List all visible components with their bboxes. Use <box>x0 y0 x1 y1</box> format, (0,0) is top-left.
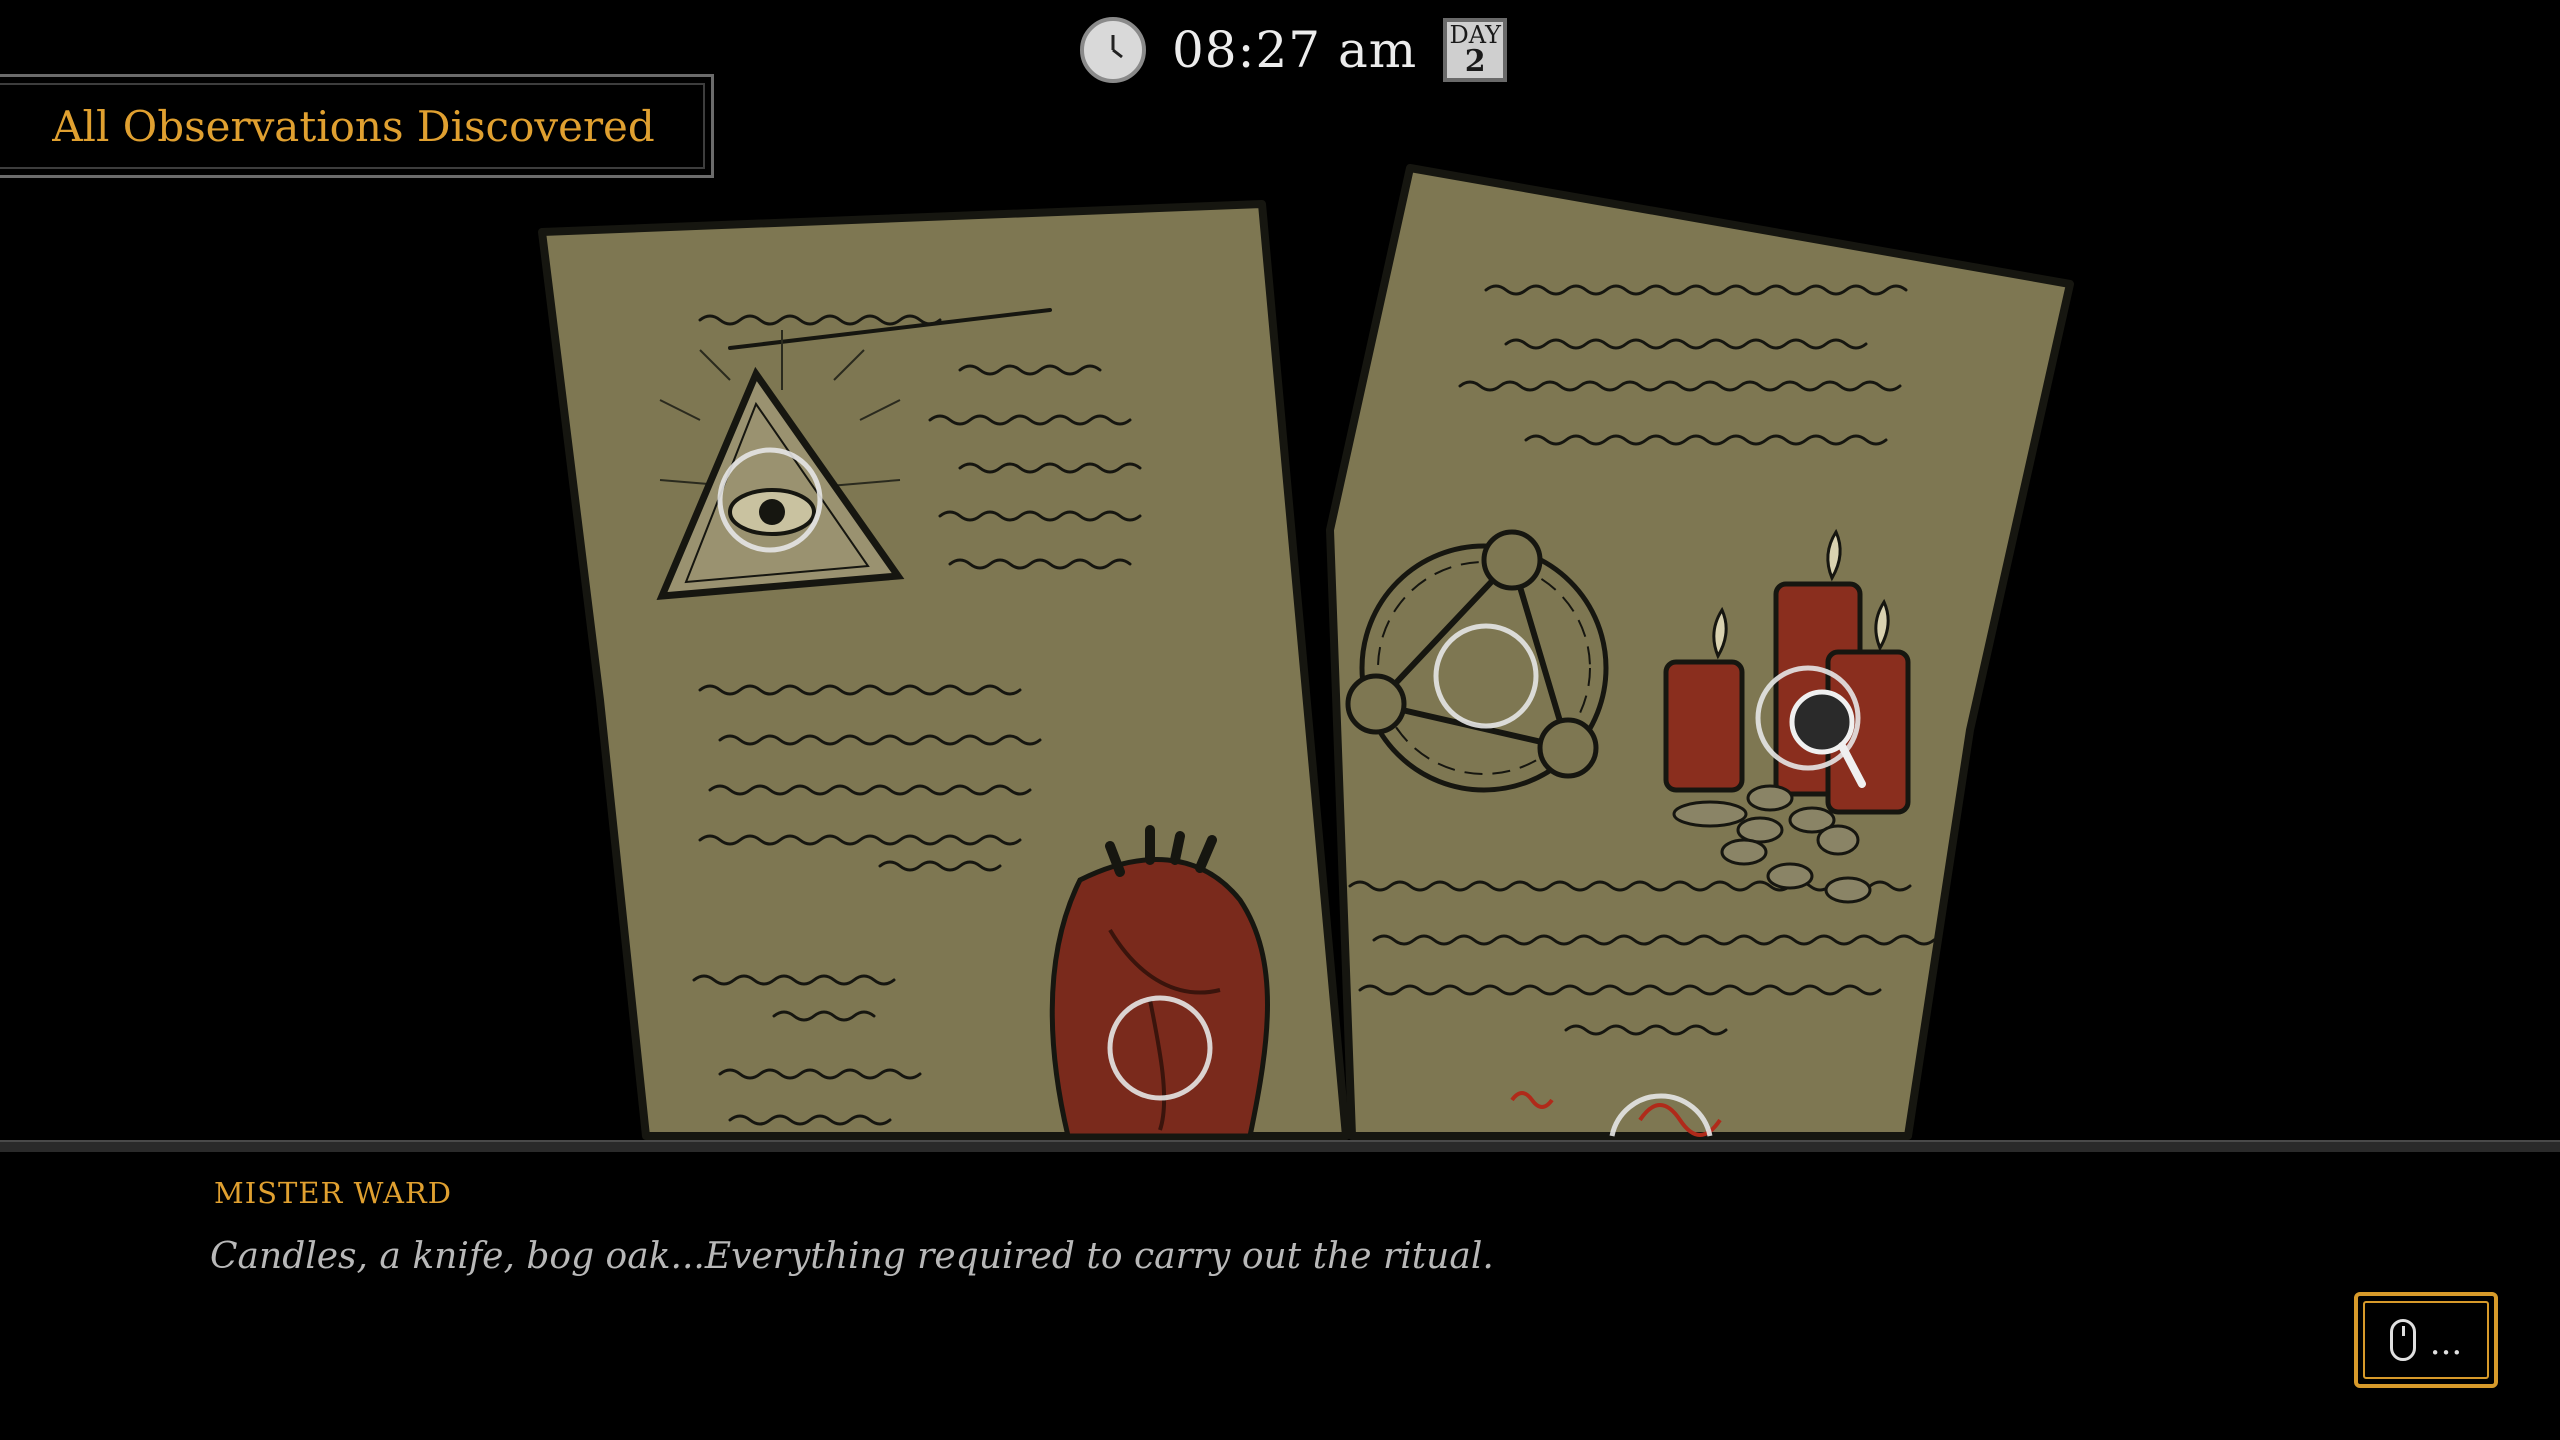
continue-ellipsis: ... <box>2429 1323 2463 1363</box>
dialogue-divider <box>0 1140 2560 1152</box>
continue-button[interactable]: ... <box>2354 1292 2498 1388</box>
mouse-icon <box>2389 1319 2416 1361</box>
dialogue-text: Candles, a knife, bog oak...Everything r… <box>210 1236 1494 1277</box>
document-scene <box>538 164 2074 1140</box>
left-page <box>538 200 1350 1140</box>
speaker-name: MISTER WARD <box>214 1176 452 1210</box>
